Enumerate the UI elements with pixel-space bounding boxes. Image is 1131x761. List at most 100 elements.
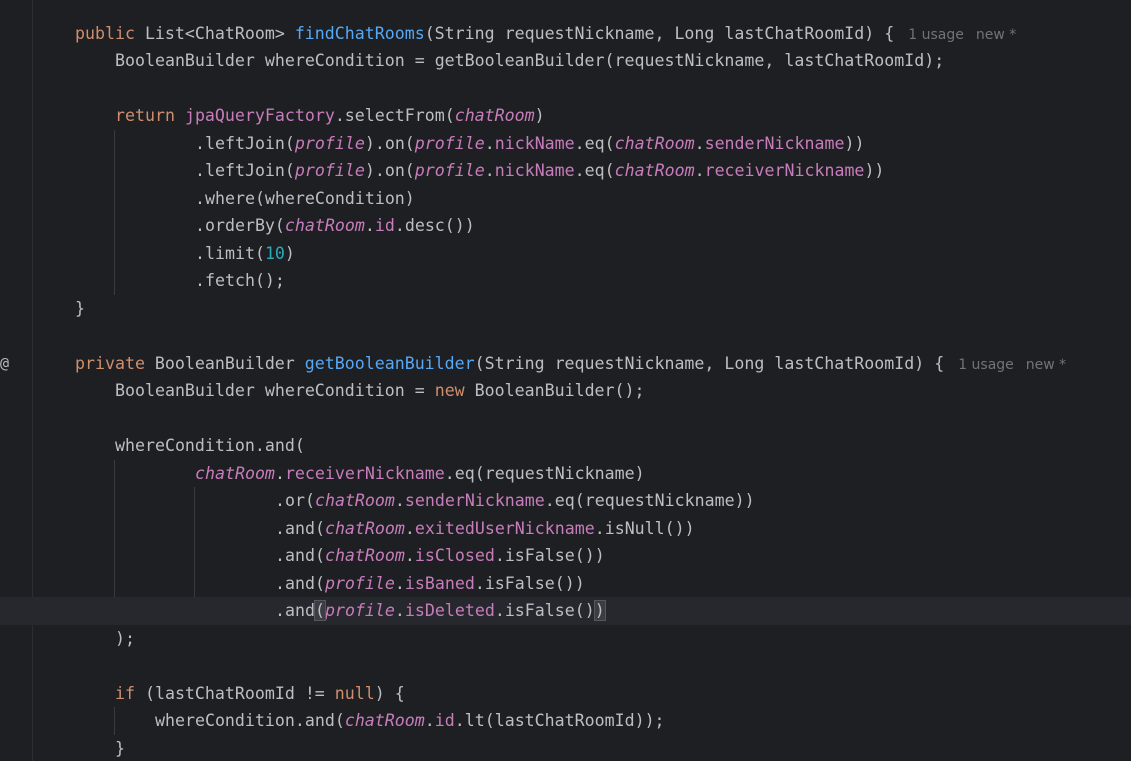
code-line[interactable]: .leftJoin(profile).on(profile.nickName.e… — [0, 157, 1131, 185]
code-line[interactable]: .fetch(); — [0, 267, 1131, 295]
code-token: profile — [414, 133, 485, 153]
code-line[interactable]: } — [0, 295, 1131, 323]
code-line[interactable] — [0, 405, 1131, 433]
code-text: private BooleanBuilder getBooleanBuilder… — [75, 350, 1066, 380]
code-token: . — [394, 491, 405, 510]
code-token: profile — [324, 601, 395, 620]
code-text: BooleanBuilder whereCondition = getBoole… — [115, 47, 944, 75]
code-token: . — [404, 518, 415, 538]
code-text: .and(profile.isDeleted.isFalse()) — [275, 597, 606, 625]
code-token: findChatRooms — [294, 23, 425, 43]
code-token: .orderBy( — [195, 216, 285, 235]
code-line[interactable]: ); — [0, 625, 1131, 653]
code-line[interactable] — [0, 652, 1131, 680]
code-token: whereCondition.and( — [155, 711, 345, 730]
code-token: isBaned — [404, 573, 475, 593]
code-line[interactable]: .and(chatRoom.isClosed.isFalse()) — [0, 542, 1131, 570]
code-line[interactable]: .where(whereCondition) — [0, 185, 1131, 213]
code-line[interactable]: .and(chatRoom.exitedUserNickname.isNull(… — [0, 515, 1131, 543]
code-token: )) — [864, 161, 885, 180]
code-token: .eq( — [574, 133, 615, 153]
code-token: ).on( — [364, 161, 415, 180]
code-token: chatRoom — [324, 546, 405, 565]
code-token: .desc()) — [394, 216, 475, 235]
code-token: .and( — [275, 573, 325, 593]
code-token: getBooleanBuilder — [304, 353, 475, 373]
code-line[interactable]: .orderBy(chatRoom.id.desc()) — [0, 212, 1131, 240]
code-token: jpaQueryFactory — [184, 106, 335, 125]
code-line[interactable]: BooleanBuilder whereCondition = new Bool… — [0, 377, 1131, 405]
code-token: . — [484, 161, 495, 180]
code-text: } — [75, 295, 85, 323]
code-token: .eq(requestNickname)) — [544, 491, 755, 510]
code-token: .isNull()) — [594, 518, 695, 538]
code-token: chatRoom — [314, 491, 395, 510]
code-line[interactable]: @ private BooleanBuilder getBooleanBuilde… — [0, 350, 1131, 378]
code-text: .and(profile.isBaned.isFalse()) — [275, 570, 585, 598]
code-line[interactable]: return jpaQueryFactory.selectFrom(chatRo… — [0, 102, 1131, 130]
code-token: 10 — [264, 243, 285, 263]
code-text: .where(whereCondition) — [195, 185, 415, 213]
implementation-gutter-icon[interactable]: @ — [0, 350, 14, 378]
code-line[interactable] — [0, 322, 1131, 350]
code-token: ) — [534, 106, 545, 125]
code-token: .eq( — [574, 161, 615, 180]
inlay-hint[interactable]: new * — [1026, 357, 1066, 373]
code-text: .limit(10) — [195, 240, 295, 268]
code-token: whereCondition.and( — [115, 436, 305, 455]
code-editor[interactable]: public List<ChatRoom> findChatRooms(Stri… — [0, 0, 1131, 761]
code-line[interactable]: public List<ChatRoom> findChatRooms(Stri… — [0, 20, 1131, 48]
code-text: whereCondition.and(chatRoom.id.lt(lastCh… — [155, 707, 665, 735]
code-token: id — [434, 711, 455, 730]
code-text: .or(chatRoom.senderNickname.eq(requestNi… — [275, 487, 755, 515]
code-line[interactable]: whereCondition.and(chatRoom.id.lt(lastCh… — [0, 707, 1131, 735]
code-token: .or( — [275, 491, 315, 510]
code-token: profile — [414, 161, 485, 180]
code-line[interactable]: BooleanBuilder whereCondition = getBoole… — [0, 47, 1131, 75]
code-token: ) { — [374, 683, 405, 703]
code-token: profile — [294, 133, 365, 153]
code-text: chatRoom.receiverNickname.eq(requestNick… — [195, 460, 645, 488]
code-token: BooleanBuilder — [144, 353, 305, 373]
code-line[interactable]: if (lastChatRoomId != null) { — [0, 680, 1131, 708]
code-token: new — [434, 381, 465, 400]
code-token: . — [274, 463, 285, 483]
code-token: .where(whereCondition) — [195, 188, 415, 208]
code-token: nickName — [494, 161, 575, 180]
code-token: .lt(lastChatRoomId)); — [454, 711, 665, 730]
code-text: .leftJoin(profile).on(profile.nickName.e… — [195, 157, 884, 185]
code-text: .fetch(); — [195, 267, 285, 295]
code-token: senderNickname — [704, 133, 845, 153]
code-line[interactable]: chatRoom.receiverNickname.eq(requestNick… — [0, 460, 1131, 488]
code-token: .and( — [275, 546, 325, 565]
code-line[interactable]: .or(chatRoom.senderNickname.eq(requestNi… — [0, 487, 1131, 515]
inlay-hint[interactable]: new * — [976, 27, 1016, 43]
code-line[interactable]: .and(profile.isDeleted.isFalse()) — [0, 597, 1131, 625]
code-token: List<ChatRoom> — [134, 23, 295, 43]
code-token: receiverNickname — [704, 161, 865, 180]
code-text: .and(chatRoom.exitedUserNickname.isNull(… — [275, 515, 695, 543]
code-text: BooleanBuilder whereCondition = new Bool… — [115, 377, 645, 405]
code-line[interactable] — [0, 75, 1131, 103]
code-text: return jpaQueryFactory.selectFrom(chatRo… — [115, 102, 545, 130]
code-line[interactable]: .and(profile.isBaned.isFalse()) — [0, 570, 1131, 598]
code-line[interactable]: } — [0, 735, 1131, 761]
code-token: . — [364, 216, 375, 235]
code-token: receiverNickname — [284, 463, 445, 483]
code-text: public List<ChatRoom> findChatRooms(Stri… — [75, 20, 1016, 50]
code-token: .leftJoin( — [195, 133, 295, 153]
code-line[interactable]: .limit(10) — [0, 240, 1131, 268]
code-line[interactable]: .leftJoin(profile).on(profile.nickName.e… — [0, 130, 1131, 158]
code-token: id — [374, 216, 395, 235]
code-token: .fetch(); — [195, 271, 285, 290]
inlay-hint[interactable]: 1 usage — [958, 357, 1014, 373]
code-line[interactable]: whereCondition.and( — [0, 432, 1131, 460]
code-token: isClosed — [414, 546, 495, 565]
code-token: return — [115, 106, 175, 125]
code-token: .isFalse() — [494, 601, 595, 620]
code-token: .eq(requestNickname) — [444, 463, 645, 483]
code-token: chatRoom — [614, 133, 695, 153]
code-token: .and — [275, 601, 315, 620]
inlay-hint[interactable]: 1 usage — [908, 27, 964, 43]
